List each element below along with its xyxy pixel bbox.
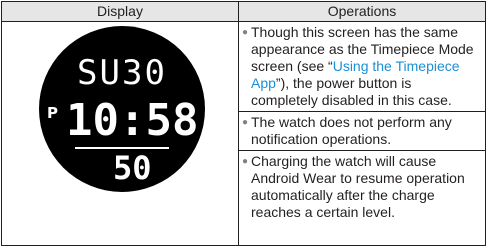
- watch-time: 10:58: [66, 95, 199, 146]
- watch-seconds: 50: [113, 149, 152, 187]
- list-item: ● Though this screen has the same appear…: [239, 22, 485, 112]
- table-row: SU30 P 10:58 50 ● Though this screen has…: [1, 21, 486, 246]
- list-item: ● Charging the watch will cause Android …: [239, 151, 485, 223]
- list-item: ● The watch does not perform any notific…: [239, 112, 485, 151]
- bullet-1-text-after: ”), the power button is completely disab…: [251, 75, 452, 108]
- bullet-icon: ●: [242, 27, 249, 38]
- operations-cell: ● Though this screen has the same appear…: [238, 21, 486, 246]
- table-header-row: Display Operations: [1, 1, 486, 22]
- watch-day-date: SU30: [77, 53, 167, 93]
- bullet-2-text: The watch does not perform any notificat…: [251, 114, 452, 147]
- header-operations: Operations: [238, 1, 486, 22]
- bullet-3-text: Charging the watch will cause Android We…: [251, 153, 465, 220]
- operations-list: ● Though this screen has the same appear…: [239, 22, 485, 223]
- watch-face-illustration: SU30 P 10:58 50: [39, 26, 205, 192]
- watch-pm-indicator: P: [47, 104, 58, 122]
- display-cell: SU30 P 10:58 50: [1, 21, 239, 246]
- header-display: Display: [1, 1, 239, 22]
- display-operations-table: Display Operations SU30 P 10:58 50 ● Tho…: [1, 1, 486, 246]
- bullet-icon: ●: [242, 156, 249, 167]
- bullet-icon: ●: [242, 117, 249, 128]
